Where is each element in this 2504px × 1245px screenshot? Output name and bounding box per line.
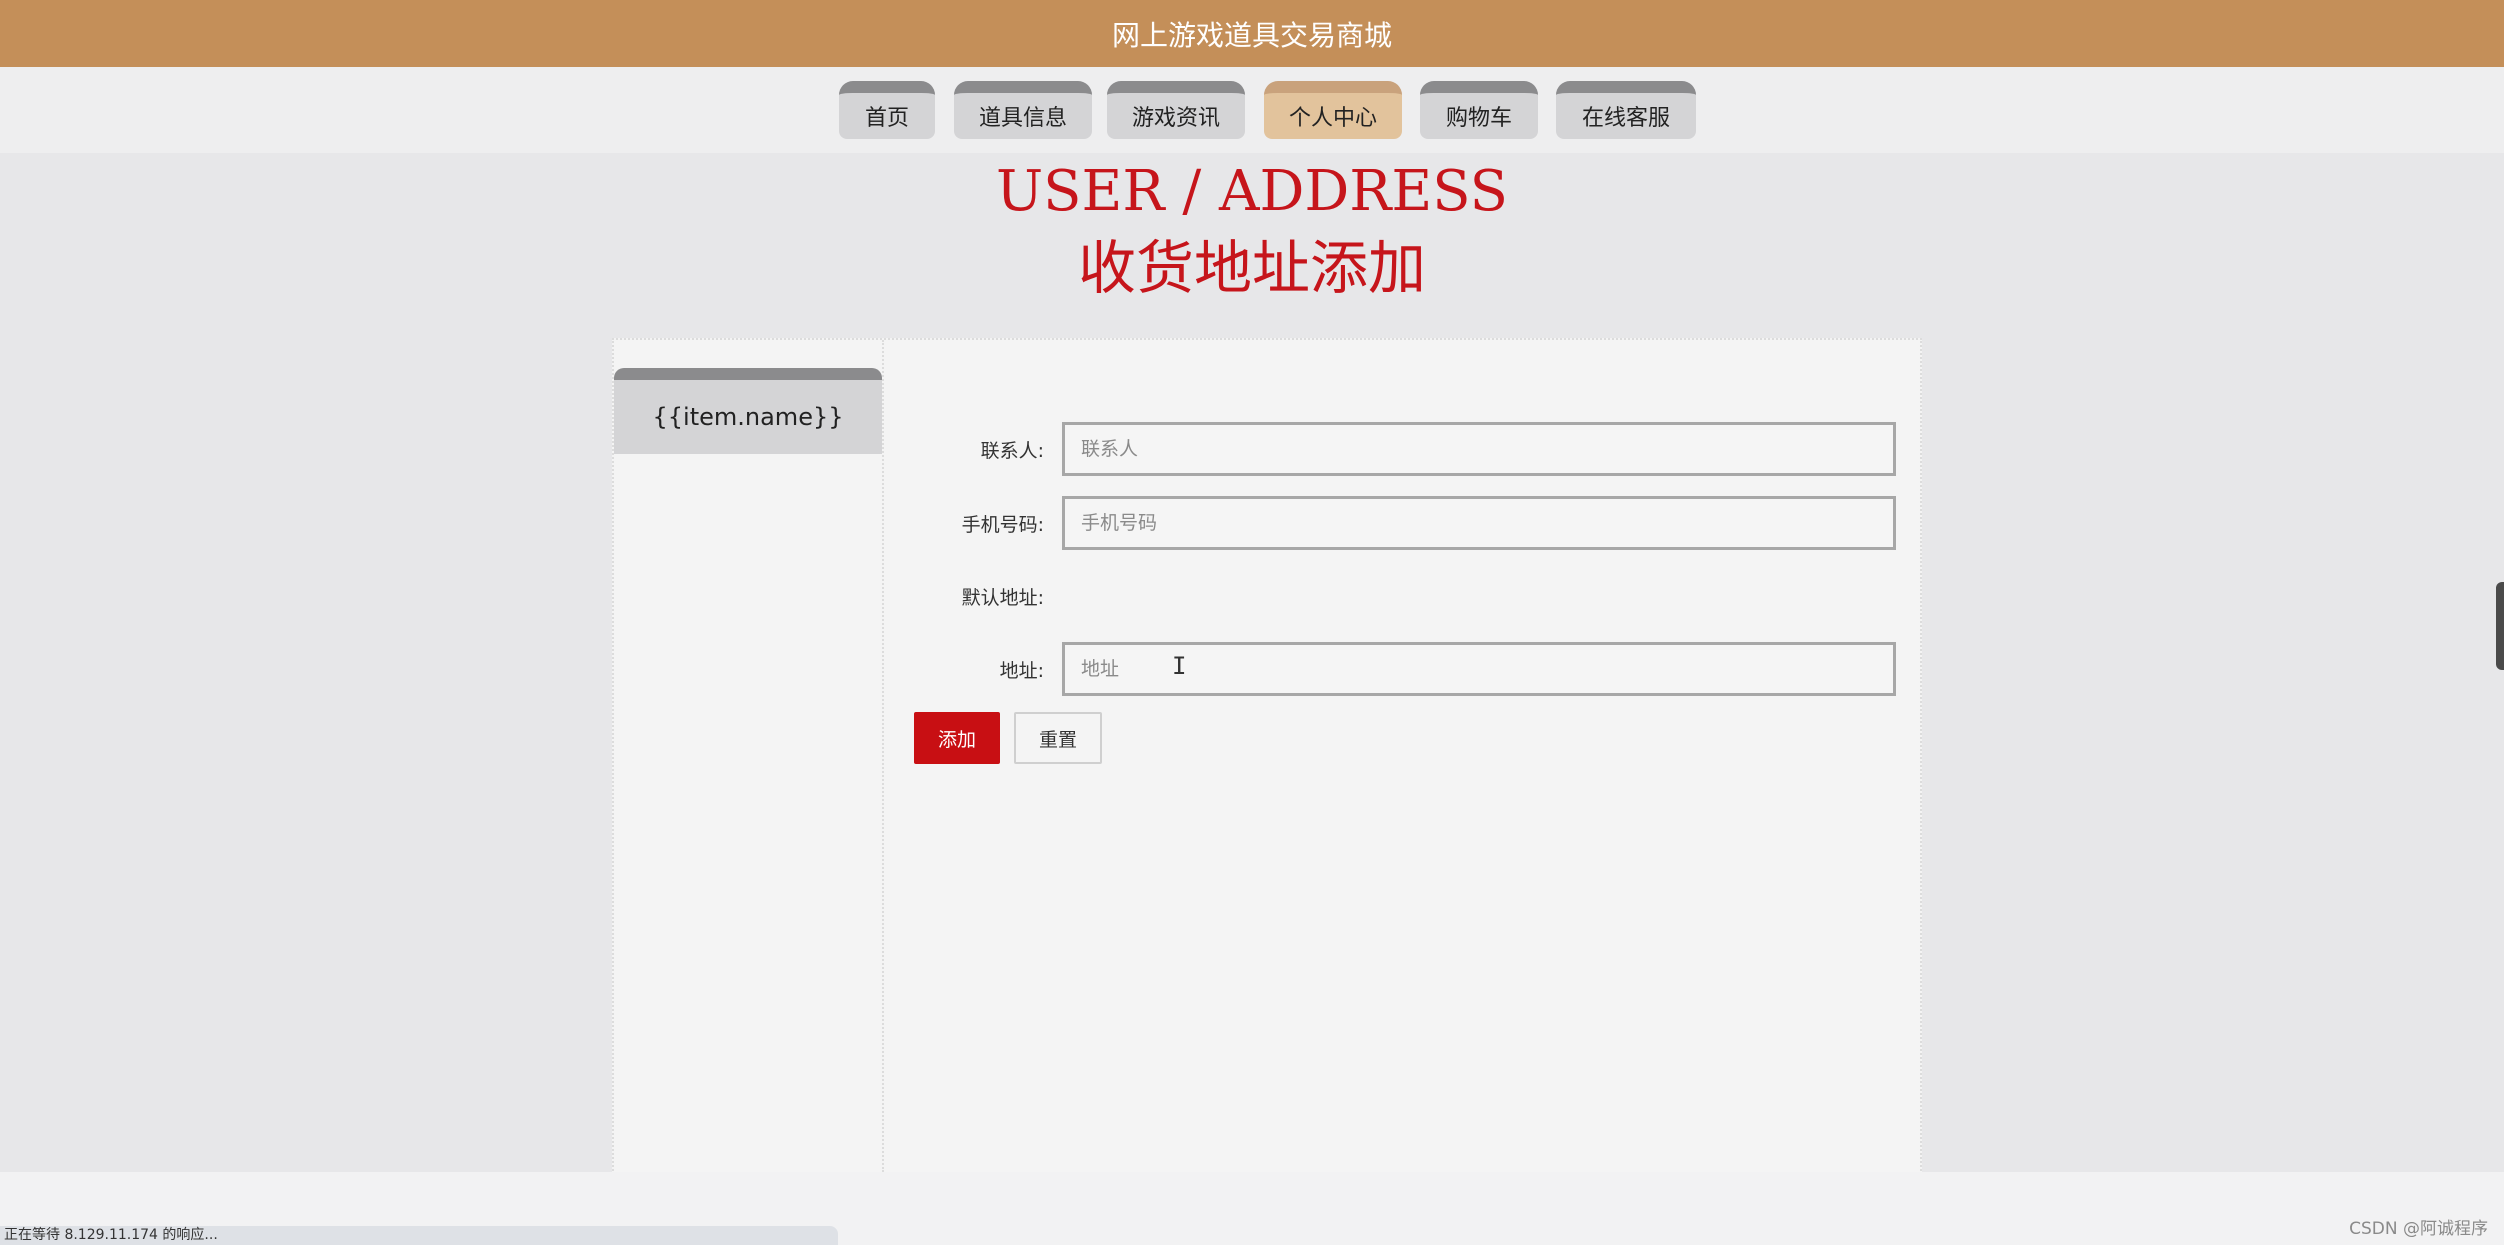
nav-tab-home[interactable]: 首页 bbox=[839, 81, 935, 139]
contact-label: 联系人: bbox=[980, 440, 1044, 462]
main-nav: 首页 道具信息 游戏资讯 个人中心 购物车 在线客服 bbox=[0, 67, 2504, 153]
nav-tab-label: 个人中心 bbox=[1288, 106, 1377, 131]
nav-tab-label: 购物车 bbox=[1445, 106, 1512, 131]
status-text: 正在等待 8.129.11.174 的响应... bbox=[4, 1227, 218, 1243]
watermark: CSDN @阿诚程序 bbox=[2349, 1219, 2488, 1239]
site-title: 网上游戏道具交易商城 bbox=[1111, 18, 1392, 52]
nav-tab-support[interactable]: 在线客服 bbox=[1556, 81, 1696, 139]
nav-tab-label: 首页 bbox=[864, 106, 909, 131]
nav-tab-label: 游戏资讯 bbox=[1131, 106, 1220, 131]
reset-button[interactable]: 重置 bbox=[1014, 712, 1102, 764]
content-panel: {{item.name}} 联系人: 手机号码: 默认地址: 地址: 添加 重置 bbox=[612, 338, 1922, 1174]
contact-input[interactable] bbox=[1062, 422, 1896, 476]
phone-label: 手机号码: bbox=[961, 514, 1044, 536]
address-label: 地址: bbox=[999, 660, 1044, 682]
text-cursor-icon: I bbox=[1172, 652, 1187, 680]
nav-tab-items[interactable]: 道具信息 bbox=[954, 81, 1092, 139]
nav-tab-user-center[interactable]: 个人中心 bbox=[1264, 81, 1402, 139]
sidebar-item[interactable]: {{item.name}} bbox=[614, 368, 882, 454]
scrollbar-handle[interactable] bbox=[2496, 582, 2504, 670]
user-sidebar: {{item.name}} bbox=[614, 340, 884, 1172]
phone-input[interactable] bbox=[1062, 496, 1896, 550]
default-address-label: 默认地址: bbox=[961, 587, 1044, 609]
add-button[interactable]: 添加 bbox=[914, 712, 1000, 764]
page-title-en: USER / ADDRESS bbox=[995, 159, 1509, 224]
sidebar-item-label: {{item.name}} bbox=[652, 403, 844, 431]
address-input[interactable] bbox=[1062, 642, 1896, 696]
nav-tab-label: 在线客服 bbox=[1581, 106, 1670, 131]
page-title-cn: 收货地址添加 bbox=[1077, 234, 1426, 302]
site-header: 网上游戏道具交易商城 bbox=[0, 0, 2504, 67]
nav-tab-label: 道具信息 bbox=[978, 106, 1067, 131]
browser-status-bar: 正在等待 8.129.11.174 的响应... bbox=[0, 1226, 838, 1245]
nav-tab-news[interactable]: 游戏资讯 bbox=[1107, 81, 1245, 139]
nav-tab-cart[interactable]: 购物车 bbox=[1420, 81, 1538, 139]
